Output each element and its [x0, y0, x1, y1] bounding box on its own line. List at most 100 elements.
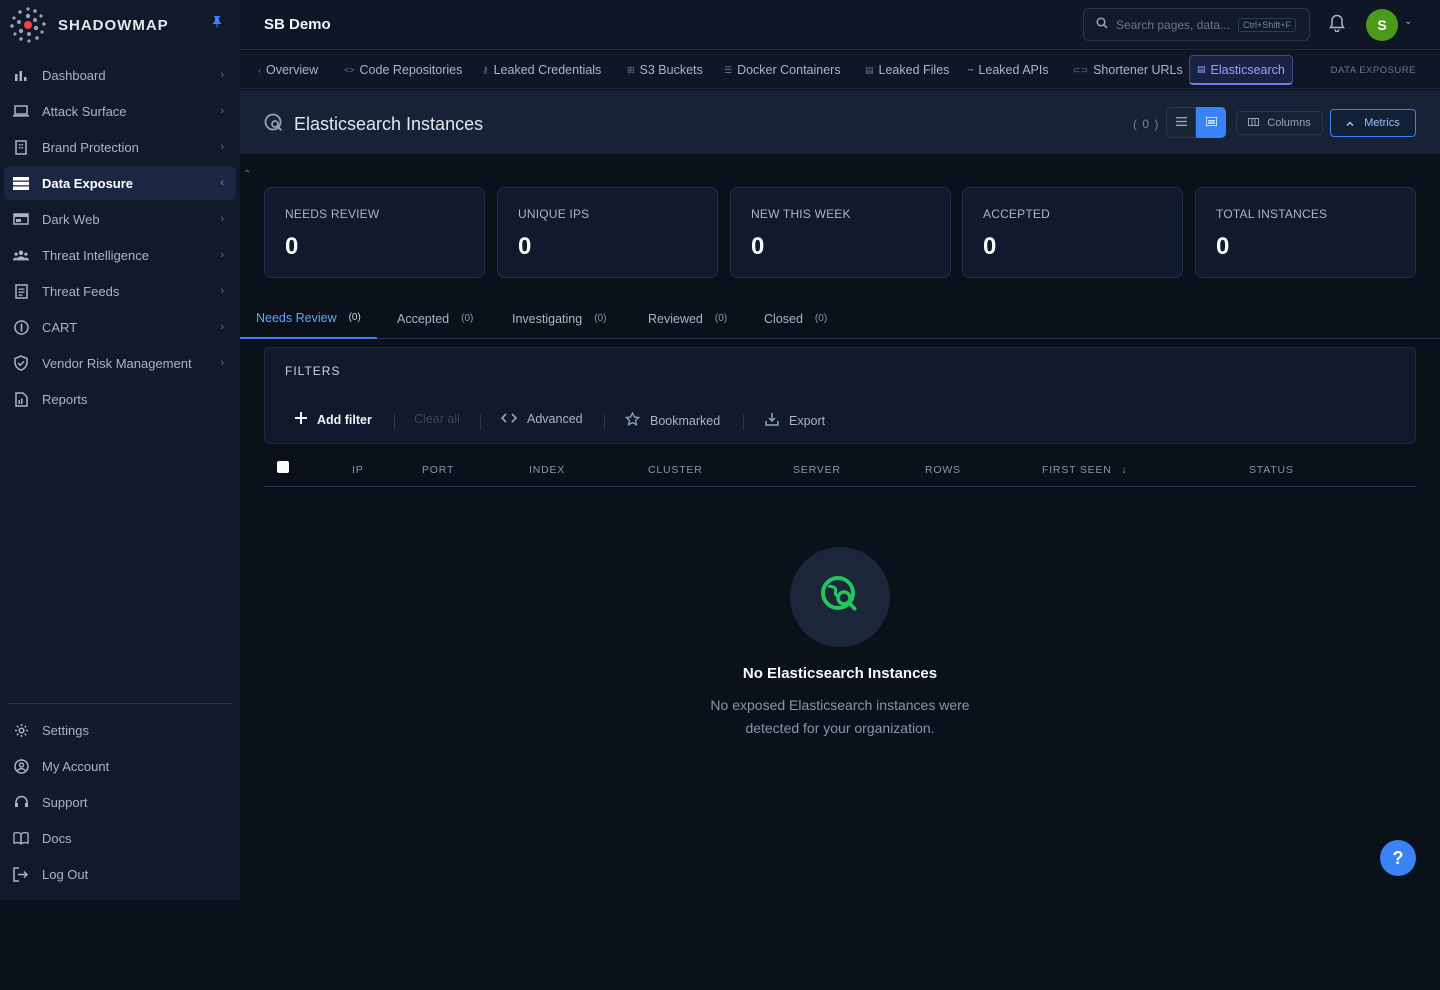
add-filter-button[interactable]: Add filter: [295, 412, 372, 427]
sidebar-item-label: Dashboard: [42, 67, 106, 83]
subtab-overview[interactable]: ‹ Overview: [258, 55, 318, 85]
sidebar-item-dashboard[interactable]: Dashboard ›: [4, 58, 236, 92]
clear-all-label: Clear all: [414, 412, 460, 426]
subtab-shortener-urls[interactable]: ⊂⊃ Shortener URLs: [1073, 55, 1183, 85]
tab-accepted[interactable]: Accepted (0): [397, 298, 473, 339]
report-icon: [13, 391, 29, 407]
key-icon: ⚷: [482, 64, 489, 75]
subtab-s3-buckets[interactable]: ⊞ S3 Buckets: [627, 55, 703, 85]
grid-icon: ⊞: [627, 64, 635, 75]
column-header-index[interactable]: INDEX: [529, 464, 565, 476]
sidebar-item-vendor-risk-management[interactable]: Vendor Risk Management ›: [4, 346, 236, 380]
chevron-right-icon: ›: [220, 285, 224, 297]
subtab-leaked-apis[interactable]: ╍ Leaked APIs: [968, 55, 1049, 85]
sidebar-item-label: Log Out: [42, 866, 89, 882]
sidebar-item-cart[interactable]: CART ›: [4, 310, 236, 344]
tab-needs-review[interactable]: Needs Review (0): [240, 298, 377, 339]
pin-icon[interactable]: [212, 15, 222, 31]
advanced-button[interactable]: Advanced: [500, 412, 583, 426]
column-header-port[interactable]: PORT: [422, 464, 454, 476]
organization-name[interactable]: SB Demo: [264, 16, 331, 33]
sidebar-item-label: Reports: [42, 391, 88, 407]
bookmarked-button[interactable]: Bookmarked: [624, 411, 720, 429]
tab-closed[interactable]: Closed (0): [764, 298, 827, 339]
sidebar-item-reports[interactable]: Reports: [4, 382, 236, 416]
stat-card-unique-ips: UNIQUE IPS 0: [497, 187, 718, 278]
tab-label: Investigating: [512, 311, 583, 326]
column-header-label: FIRST SEEN: [1042, 464, 1112, 476]
sidebar-item-attack-surface[interactable]: Attack Surface ›: [4, 94, 236, 128]
tab-label: Accepted: [397, 311, 450, 326]
global-search[interactable]: Ctrl+Shift+F: [1083, 8, 1310, 41]
sidebar-item-label: Attack Surface: [42, 103, 127, 119]
metrics-toggle-button[interactable]: Metrics: [1330, 109, 1416, 137]
search-globe-icon: [264, 113, 284, 138]
subtab-label: Elasticsearch: [1210, 62, 1285, 77]
sidebar-item-log-out[interactable]: Log Out: [4, 857, 236, 891]
help-button[interactable]: ?: [1380, 840, 1416, 876]
building-icon: [13, 139, 29, 155]
export-button[interactable]: Export: [765, 412, 825, 429]
sidebar-item-brand-protection[interactable]: Brand Protection ›: [4, 130, 236, 164]
clear-all-button[interactable]: Clear all: [414, 412, 460, 426]
stat-value: 0: [1216, 233, 1230, 260]
sidebar-item-label: Threat Intelligence: [42, 247, 149, 263]
card-list-icon: [1204, 115, 1218, 129]
subtab-leaked-files[interactable]: ▤ Leaked Files: [865, 55, 949, 85]
sidebar-bottom-nav: Settings My Account Support Docs Log Out: [4, 713, 236, 893]
sidebar-item-label: Dark Web: [42, 211, 100, 227]
sidebar-item-support[interactable]: Support: [4, 785, 236, 819]
shield-check-icon: [13, 355, 29, 371]
column-header-ip[interactable]: IP: [352, 464, 364, 476]
sidebar-item-settings[interactable]: Settings: [4, 713, 236, 747]
bell-icon[interactable]: [1329, 14, 1345, 37]
select-all-checkbox[interactable]: [277, 461, 289, 473]
subtab-docker-containers[interactable]: ☰ Docker Containers: [724, 55, 841, 85]
status-tabs: Needs Review (0) Accepted (0) Investigat…: [240, 298, 1440, 339]
sidebar-item-data-exposure[interactable]: Data Exposure ‹: [4, 166, 236, 200]
gear-icon: [13, 722, 29, 738]
sidebar-item-dark-web[interactable]: Dark Web ›: [4, 202, 236, 236]
star-icon: [624, 411, 641, 429]
tab-count: (0): [594, 313, 607, 324]
collapse-caret-icon[interactable]: ⌃: [243, 169, 251, 180]
subtab-elasticsearch[interactable]: ▤ Elasticsearch: [1189, 55, 1293, 85]
brand[interactable]: SHADOWMAP: [8, 4, 169, 46]
column-header-status[interactable]: STATUS: [1249, 464, 1294, 476]
tab-reviewed[interactable]: Reviewed (0): [648, 298, 727, 339]
list-view-button[interactable]: [1166, 107, 1196, 138]
user-circle-icon: [13, 758, 29, 774]
avatar[interactable]: S: [1366, 9, 1398, 41]
column-header-cluster[interactable]: CLUSTER: [648, 464, 703, 476]
list-icon: [1175, 116, 1187, 129]
subtab-code-repositories[interactable]: <> Code Repositories: [344, 55, 462, 85]
filter-separator: [480, 414, 481, 430]
chevron-left-icon: ‹: [258, 65, 261, 75]
search-input[interactable]: [1116, 17, 1234, 32]
subtab-label: Shortener URLs: [1093, 63, 1183, 77]
sidebar-item-threat-feeds[interactable]: Threat Feeds ›: [4, 274, 236, 308]
stat-value: 0: [518, 233, 532, 260]
columns-button[interactable]: Columns: [1236, 111, 1323, 135]
sidebar-item-label: My Account: [42, 758, 110, 774]
export-label: Export: [789, 413, 826, 428]
column-header-server[interactable]: SERVER: [793, 464, 841, 476]
chevron-down-icon[interactable]: ⌄: [1404, 16, 1412, 27]
app-root: SHADOWMAP Dashboard › Attack Surface › B…: [0, 0, 1440, 990]
card-view-button[interactable]: [1196, 107, 1226, 138]
sidebar-item-my-account[interactable]: My Account: [4, 749, 236, 783]
column-header-rows[interactable]: ROWS: [925, 464, 961, 476]
sidebar-item-docs[interactable]: Docs: [4, 821, 236, 855]
tab-label: Needs Review: [256, 310, 337, 325]
tab-count: (0): [714, 313, 728, 324]
sidebar-item-threat-intelligence[interactable]: Threat Intelligence ›: [4, 238, 236, 272]
data-exposure-subtabs: ‹ Overview <> Code Repositories ⚷ Leaked…: [240, 51, 1440, 89]
link-icon: ⊂⊃: [1073, 64, 1089, 75]
columns-icon: [1248, 117, 1260, 129]
tab-investigating[interactable]: Investigating (0): [512, 298, 606, 339]
subtab-leaked-credentials[interactable]: ⚷ Leaked Credentials: [482, 55, 601, 85]
column-header-first-seen[interactable]: FIRST SEEN ↓: [1042, 464, 1127, 476]
subtab-label: Leaked APIs: [978, 63, 1049, 77]
shadowmap-logo-icon: [8, 5, 48, 45]
chevron-right-icon: ›: [220, 249, 224, 261]
